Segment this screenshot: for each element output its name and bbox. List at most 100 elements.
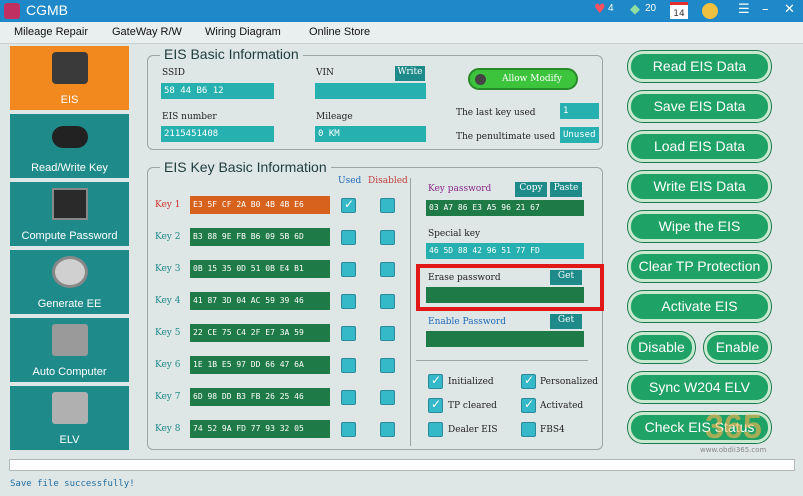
vin-field[interactable] bbox=[315, 83, 426, 99]
enable-button[interactable]: Enable bbox=[704, 332, 771, 363]
coin-icon[interactable] bbox=[702, 3, 718, 19]
key-disabled-checkbox[interactable] bbox=[380, 326, 395, 341]
allow-modify-toggle[interactable]: Allow Modify bbox=[468, 68, 578, 90]
wipe-eis-button[interactable]: Wipe the EIS bbox=[628, 211, 771, 242]
special-key-field[interactable]: 46 5D 88 42 96 51 77 FD bbox=[426, 243, 584, 259]
used-header: Used bbox=[338, 176, 362, 186]
divider bbox=[410, 178, 411, 446]
key-used-checkbox[interactable] bbox=[341, 390, 356, 405]
initialized-checkbox[interactable] bbox=[428, 373, 443, 389]
menu-wiring-diagram[interactable]: Wiring Diagram bbox=[205, 26, 281, 38]
personalized-checkbox[interactable] bbox=[521, 373, 536, 389]
dealer-eis-checkbox[interactable] bbox=[428, 422, 443, 437]
highlight-box bbox=[416, 264, 604, 311]
status-message: Save file successfully! bbox=[10, 479, 135, 489]
key-value-field[interactable]: 74 52 9A FD 77 93 32 05 bbox=[190, 420, 330, 438]
initialized-label: Initialized bbox=[448, 377, 494, 387]
key-value-field[interactable]: 41 87 3D 04 AC 59 39 46 bbox=[190, 292, 330, 310]
key-label: Key 5 bbox=[155, 328, 181, 338]
eis-basic-title: EIS Basic Information bbox=[160, 46, 303, 62]
menu-icon[interactable]: ☰ bbox=[738, 2, 750, 17]
paste-button[interactable]: Paste bbox=[550, 182, 582, 197]
penultimate-field[interactable]: Unused bbox=[560, 127, 599, 143]
key-value-field[interactable]: 0B 15 35 0D 51 0B E4 B1 bbox=[190, 260, 330, 278]
calendar-icon[interactable]: 14 bbox=[670, 2, 688, 19]
copy-button[interactable]: Copy bbox=[515, 182, 547, 197]
key-disabled-checkbox[interactable] bbox=[380, 422, 395, 437]
key-disabled-checkbox[interactable] bbox=[380, 294, 395, 309]
ecu-icon bbox=[52, 324, 88, 356]
key-value-field[interactable]: 22 CE 75 C4 2F E7 3A 59 bbox=[190, 324, 330, 342]
ssid-field[interactable]: 58 44 B6 12 bbox=[161, 83, 274, 99]
load-eis-data-button[interactable]: Load EIS Data bbox=[628, 131, 771, 162]
key-value-field[interactable]: 6D 98 DD B3 FB 26 25 46 bbox=[190, 388, 330, 406]
minimize-icon[interactable]: – bbox=[762, 2, 769, 17]
activated-checkbox[interactable] bbox=[521, 397, 536, 413]
close-icon[interactable]: ✕ bbox=[784, 2, 795, 17]
save-eis-data-button[interactable]: Save EIS Data bbox=[628, 91, 771, 122]
sidebar-item-label: Generate EE bbox=[37, 298, 102, 310]
special-key-label: Special key bbox=[428, 229, 481, 239]
sidebar-item-generate-ee[interactable]: Generate EE bbox=[10, 250, 129, 314]
key-used-checkbox[interactable] bbox=[341, 326, 356, 341]
key-used-checkbox[interactable] bbox=[341, 197, 356, 213]
app-title: CGMB bbox=[26, 2, 68, 18]
enable-password-field[interactable] bbox=[426, 331, 584, 347]
activate-eis-button[interactable]: Activate EIS bbox=[628, 291, 771, 322]
vin-label: VIN bbox=[316, 68, 334, 78]
tp-cleared-checkbox[interactable] bbox=[428, 397, 443, 413]
key-disabled-checkbox[interactable] bbox=[380, 230, 395, 245]
mileage-label: Mileage bbox=[316, 112, 353, 122]
key-disabled-checkbox[interactable] bbox=[380, 358, 395, 373]
key-disabled-checkbox[interactable] bbox=[380, 262, 395, 277]
allow-modify-label: Allow Modify bbox=[502, 74, 562, 84]
read-eis-data-button[interactable]: Read EIS Data bbox=[628, 51, 771, 82]
watermark-url: www.obdii365.com bbox=[700, 446, 767, 454]
sidebar-item-label: Compute Password bbox=[21, 230, 118, 242]
menu-bar: Mileage Repair GateWay R/W Wiring Diagra… bbox=[0, 22, 803, 44]
key-value-field[interactable]: 1E 1B E5 97 DD 66 47 6A bbox=[190, 356, 330, 374]
menu-gateway-rw[interactable]: GateWay R/W bbox=[112, 26, 182, 38]
sidebar-item-auto-computer[interactable]: Auto Computer bbox=[10, 318, 129, 382]
sidebar-item-eis[interactable]: EIS bbox=[10, 46, 129, 110]
key-used-checkbox[interactable] bbox=[341, 294, 356, 309]
menu-online-store[interactable]: Online Store bbox=[309, 26, 370, 38]
key-used-checkbox[interactable] bbox=[341, 262, 356, 277]
sidebar-item-elv[interactable]: ELV bbox=[10, 386, 129, 450]
watermark-logo: 365 bbox=[705, 408, 762, 446]
last-key-label: The last key used bbox=[456, 108, 536, 118]
sidebar-item-label: Read/Write Key bbox=[31, 162, 108, 174]
key-used-checkbox[interactable] bbox=[341, 358, 356, 373]
enable-password-label: Enable Password bbox=[428, 317, 506, 327]
key-used-checkbox[interactable] bbox=[341, 422, 356, 437]
eis-number-label: EIS number bbox=[162, 112, 217, 122]
clear-tp-protection-button[interactable]: Clear TP Protection bbox=[628, 251, 771, 282]
sidebar-item-read-write-key[interactable]: Read/Write Key bbox=[10, 114, 129, 178]
fbs4-checkbox[interactable] bbox=[521, 422, 536, 437]
last-key-field[interactable]: 1 bbox=[560, 103, 599, 119]
vin-write-button[interactable]: Write bbox=[395, 66, 425, 81]
toggle-knob-icon bbox=[475, 74, 486, 85]
key-value-field[interactable]: E3 5F CF 2A B0 4B 4B E6 bbox=[190, 196, 330, 214]
dealer-eis-label: Dealer EIS bbox=[448, 425, 498, 435]
eis-number-field[interactable]: 2115451408 bbox=[161, 126, 274, 142]
sync-w204-elv-button[interactable]: Sync W204 ELV bbox=[628, 372, 771, 403]
elv-module-icon bbox=[52, 392, 88, 424]
sidebar-item-compute-password[interactable]: Compute Password bbox=[10, 182, 129, 246]
key-label: Key 8 bbox=[155, 424, 181, 434]
car-key-icon bbox=[52, 126, 88, 148]
write-eis-data-button[interactable]: Write EIS Data bbox=[628, 171, 771, 202]
sidebar-item-label: Auto Computer bbox=[32, 366, 107, 378]
key-label: Key 6 bbox=[155, 360, 181, 370]
key-disabled-checkbox[interactable] bbox=[380, 390, 395, 405]
disable-button[interactable]: Disable bbox=[628, 332, 695, 363]
mileage-field[interactable]: 0 KM bbox=[315, 126, 426, 142]
menu-mileage-repair[interactable]: Mileage Repair bbox=[14, 26, 88, 38]
enable-get-button[interactable]: Get bbox=[550, 314, 582, 329]
key-password-field[interactable]: 03 A7 86 E3 A5 96 21 67 bbox=[426, 200, 584, 216]
gem-icon: ◆ bbox=[630, 2, 640, 17]
key-value-field[interactable]: B3 88 9E FB B6 09 5B 6D bbox=[190, 228, 330, 246]
key-used-checkbox[interactable] bbox=[341, 230, 356, 245]
penultimate-label: The penultimate used bbox=[456, 132, 556, 142]
key-disabled-checkbox[interactable] bbox=[380, 198, 395, 213]
